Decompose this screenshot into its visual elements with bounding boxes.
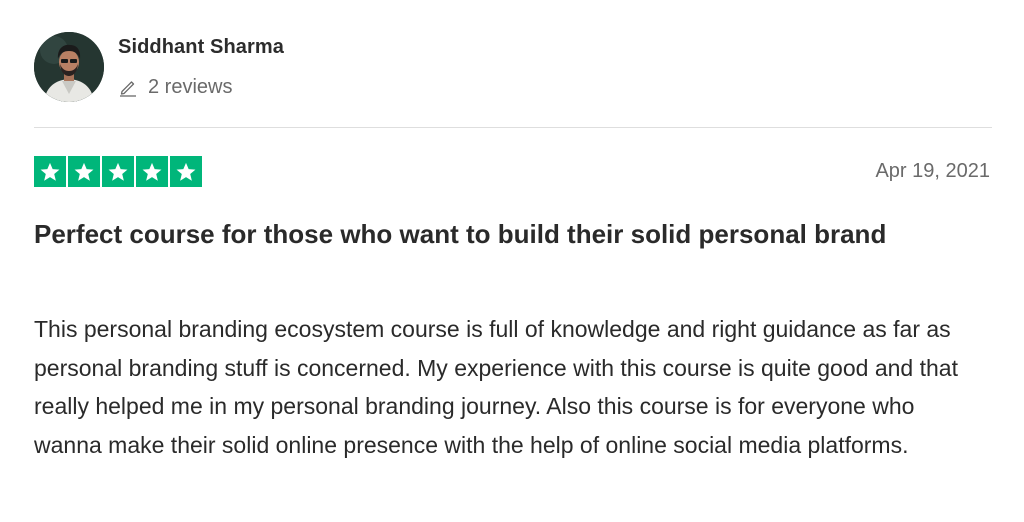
reviewer-review-count: 2 reviews <box>118 74 232 100</box>
review-title[interactable]: Perfect course for those who want to bui… <box>34 214 934 254</box>
reviewer-info[interactable]: Siddhant Sharma 2 reviews <box>34 32 634 102</box>
pencil-icon <box>118 77 138 97</box>
star-rating <box>34 156 202 187</box>
review-card: Siddhant Sharma 2 reviews Apr 19, 2021 P… <box>34 0 992 522</box>
reviewer-name[interactable]: Siddhant Sharma <box>118 36 284 59</box>
avatar[interactable] <box>34 32 104 102</box>
divider <box>34 127 992 128</box>
star-icon <box>136 156 168 187</box>
review-body: This personal branding ecosystem course … <box>34 316 958 458</box>
star-icon <box>170 156 202 187</box>
review-date: Apr 19, 2021 <box>875 160 990 182</box>
star-icon <box>102 156 134 187</box>
star-icon <box>68 156 100 187</box>
star-icon <box>34 156 66 187</box>
reviews-count-label: 2 reviews <box>148 75 233 98</box>
